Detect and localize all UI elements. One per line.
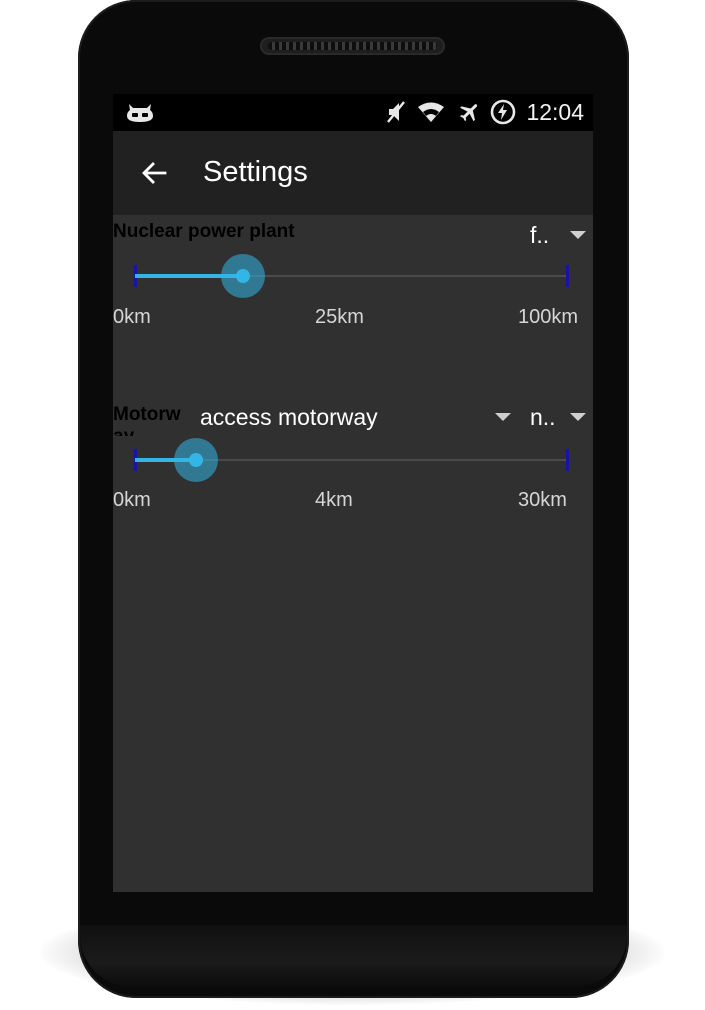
road-type-spinner[interactable]: access motorway (195, 401, 517, 435)
phone-speaker (260, 37, 445, 55)
setting-label-motorway: Motorw ay (113, 404, 191, 436)
slider-max-label: 30km (518, 489, 567, 511)
screen: 12:04 Settings Nuclear power plant f.. 0… (113, 94, 593, 892)
spinner-value: f.. (530, 222, 550, 248)
back-button[interactable] (139, 158, 169, 188)
distance-unit-spinner-2[interactable]: n.. (523, 401, 593, 435)
chevron-down-icon (570, 231, 586, 239)
phone-chin (80, 925, 627, 987)
label-line-2: ay (113, 426, 134, 436)
status-bar: 12:04 (113, 94, 593, 131)
wifi-icon (416, 100, 446, 124)
distance-slider-1[interactable] (133, 253, 573, 299)
status-time: 12:04 (526, 99, 584, 125)
spinner-value: access motorway (200, 404, 378, 430)
mute-icon (383, 100, 409, 124)
slider-mid-label: 4km (315, 489, 353, 511)
slider-max-tick (566, 449, 569, 471)
slider-max-tick (566, 265, 569, 287)
battery-charging-icon (489, 99, 517, 125)
airplane-mode-icon (456, 100, 484, 124)
slider-max-label: 100km (518, 306, 579, 328)
slider-thumb[interactable] (188, 453, 203, 467)
label-line-1: Motorw (113, 404, 181, 425)
chevron-down-icon (495, 413, 511, 421)
distance-unit-spinner-1[interactable]: f.. (523, 220, 593, 250)
setting-label-nuclear: Nuclear power plant (113, 221, 295, 242)
page-title: Settings (203, 156, 308, 188)
arrow-left-icon (142, 162, 167, 184)
distance-slider-2[interactable] (133, 437, 573, 483)
spinner-value: n.. (530, 404, 556, 430)
slider-mid-label: 25km (315, 306, 364, 328)
chevron-down-icon (570, 413, 586, 421)
cyanogenmod-icon (125, 100, 155, 124)
slider-min-label: 0km (113, 489, 151, 511)
app-bar: Settings (113, 131, 593, 215)
slider-min-label: 0km (113, 306, 151, 328)
